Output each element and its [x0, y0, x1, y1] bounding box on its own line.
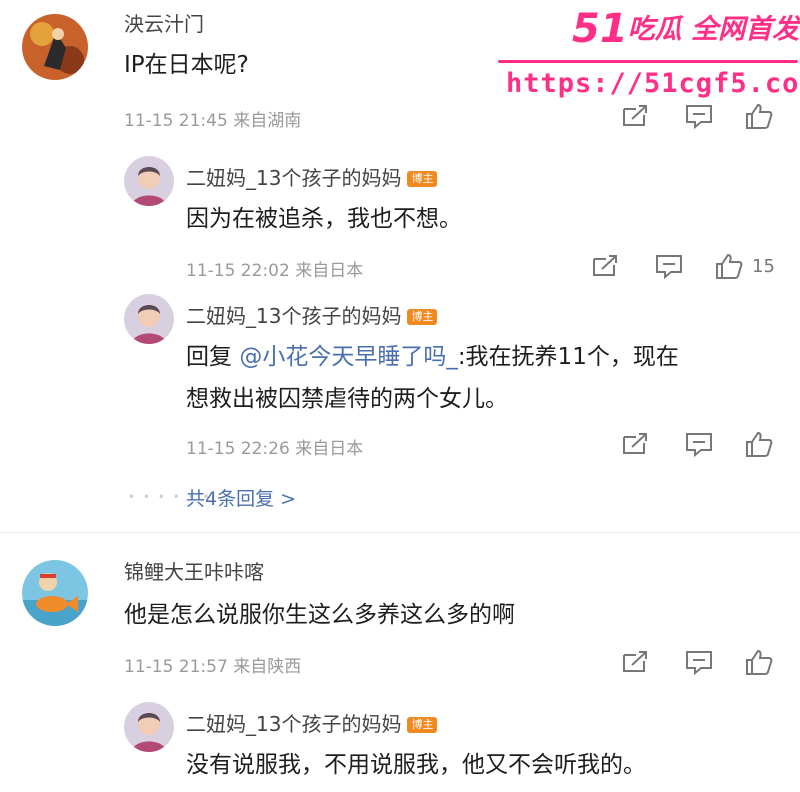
- avatar-woman-icon: [124, 702, 174, 752]
- comment-text: IP在日本呢?: [124, 52, 249, 78]
- share-button[interactable]: [590, 253, 620, 279]
- thumbs-up-icon: [716, 253, 743, 279]
- reply-username[interactable]: 二妞妈_13个孩子的妈妈: [186, 304, 401, 328]
- avatar-dark-illustration-icon: [22, 14, 88, 80]
- avatar-koi-fish-icon: [22, 560, 88, 626]
- like-button[interactable]: 15: [714, 252, 775, 280]
- watermark-underline: [498, 60, 798, 63]
- share-icon: [623, 433, 647, 454]
- comment-text: 他是怎么说服你生这么多养这么多的啊: [124, 602, 515, 628]
- comment-icon: [686, 651, 712, 675]
- comment-icon: [656, 255, 682, 279]
- thumbs-up-icon: [746, 103, 773, 129]
- avatar[interactable]: [124, 156, 174, 206]
- blogger-badge: 博主: [407, 309, 438, 325]
- reply-prefix: 回复: [186, 344, 240, 370]
- comment-button[interactable]: [684, 103, 714, 129]
- comment-meta: 11-15 21:57 来自陕西: [124, 657, 302, 677]
- avatar[interactable]: [22, 560, 88, 626]
- reply-text: 想救出被囚禁虐待的两个女儿。: [186, 386, 508, 412]
- reply-meta: 11-15 22:26 来自日本: [186, 439, 364, 459]
- divider: [0, 532, 800, 533]
- like-count: 15: [752, 255, 775, 277]
- comment-button[interactable]: [684, 431, 714, 457]
- mention-link[interactable]: @小花今天早睡了吗_: [239, 344, 458, 370]
- like-button[interactable]: [744, 102, 774, 130]
- share-icon: [623, 105, 647, 126]
- comment-meta: 11-15 21:45 来自湖南: [124, 111, 302, 131]
- watermark-brand: 51吃瓜 全网首发: [572, 6, 799, 52]
- avatar-woman-icon: [124, 294, 174, 344]
- comment-icon: [686, 433, 712, 457]
- comment-username[interactable]: 锦鲤大王咔咔喀: [124, 556, 264, 585]
- reply-username[interactable]: 二妞妈_13个孩子的妈妈: [186, 712, 401, 736]
- share-button[interactable]: [620, 649, 650, 675]
- thumbs-up-icon: [746, 431, 773, 457]
- reply-meta: 11-15 22:02 来自日本: [186, 261, 364, 281]
- like-button[interactable]: [744, 430, 774, 458]
- share-button[interactable]: [620, 431, 650, 457]
- reply-username[interactable]: 二妞妈_13个孩子的妈妈: [186, 166, 401, 190]
- comment-username[interactable]: 泱云汁门: [124, 8, 204, 37]
- share-button[interactable]: [620, 103, 650, 129]
- like-button[interactable]: [744, 648, 774, 676]
- avatar[interactable]: [124, 702, 174, 752]
- watermark-brand-number: 51: [572, 6, 628, 52]
- reply-text: 因为在被追杀，我也不想。: [186, 206, 462, 232]
- watermark-url: https://51cgf5.com: [506, 68, 800, 99]
- comment-button[interactable]: [684, 649, 714, 675]
- share-icon: [623, 651, 647, 672]
- reply-text: 没有说服我，不用说服我，他又不会听我的。: [186, 752, 646, 778]
- watermark-brand-text: 吃瓜 全网首发: [627, 14, 800, 45]
- comment-icon: [686, 105, 712, 129]
- comment-button[interactable]: [654, 253, 684, 279]
- more-replies-link[interactable]: 共4条回复 >: [186, 484, 296, 511]
- avatar[interactable]: [124, 294, 174, 344]
- reply-text: :我在抚养11个，现在: [457, 344, 679, 370]
- share-icon: [593, 255, 617, 276]
- avatar[interactable]: [22, 14, 88, 80]
- blogger-badge: 博主: [407, 717, 438, 733]
- avatar-woman-icon: [124, 156, 174, 206]
- blogger-badge: 博主: [407, 171, 438, 187]
- thumbs-up-icon: [746, 649, 773, 675]
